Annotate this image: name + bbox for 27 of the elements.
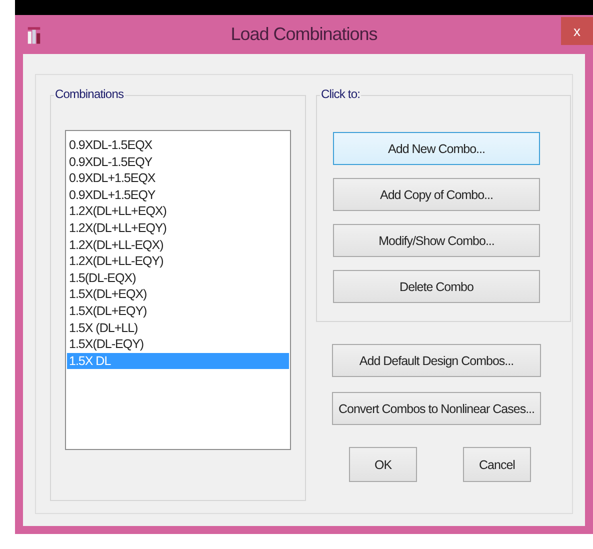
action-button[interactable]: Convert Combos to Nonlinear Cases... <box>332 392 541 425</box>
list-item[interactable]: 1.2X(DL+LL+EQX) <box>67 203 289 220</box>
group-label: Combinations <box>54 87 125 101</box>
combo-button[interactable]: Delete Combo <box>333 270 540 303</box>
list-item[interactable]: 1.2X(DL+LL+EQY) <box>67 220 289 237</box>
close-button[interactable]: x <box>561 17 593 45</box>
list-item[interactable]: 0.9XDL+1.5EQY <box>67 186 289 204</box>
group-label: Click to: <box>320 87 362 101</box>
combo-button[interactable]: Add Copy of Combo... <box>333 178 540 211</box>
window-title: Load Combinations <box>230 24 378 45</box>
buildings-icon <box>27 26 41 44</box>
list-item[interactable]: 1.5X(DL-EQY) <box>67 336 289 353</box>
list-item[interactable]: 1.5(DL-EQX) <box>67 270 289 286</box>
dialog-button[interactable]: Cancel <box>463 447 531 482</box>
list-item[interactable]: 0.9XDL-1.5EQX <box>67 137 289 154</box>
list-item[interactable]: 1.5X(DL+EQY) <box>67 302 289 320</box>
combinations-list[interactable]: 0.9XDL-1.5EQX 0.9XDL-1.5EQY 0.9XDL+1.5EQX 0.9XDL+1.5EQY 1.2X(DL+LL+EQX) 1.2X(DL+LL+EQY) 1.2X(DL+LL-EQX) 1.2X(DL+LL-EQY) 1.5(DL-EQX) 1.5X(DL+EQX) 1.5X(DL+EQY) 1.5X (DL+LL) 1.5X(DL-EQY) 1.5X DL <box>65 130 291 450</box>
list-item[interactable]: 1.2X(DL+LL-EQY) <box>67 253 289 270</box>
combo-button[interactable]: Modify/Show Combo... <box>333 224 540 257</box>
combo-button[interactable]: Add New Combo... <box>333 132 540 165</box>
dialog-button[interactable]: OK <box>349 447 417 482</box>
action-button[interactable]: Add Default Design Combos... <box>332 344 541 377</box>
list-item[interactable]: 0.9XDL+1.5EQX <box>67 170 289 187</box>
list-item[interactable]: 1.5X (DL+LL) <box>67 320 289 336</box>
list-item[interactable]: 1.2X(DL+LL-EQX) <box>67 236 289 254</box>
list-item[interactable]: 0.9XDL-1.5EQY <box>67 154 289 170</box>
list-item[interactable]: 1.5X(DL+EQX) <box>67 286 289 303</box>
